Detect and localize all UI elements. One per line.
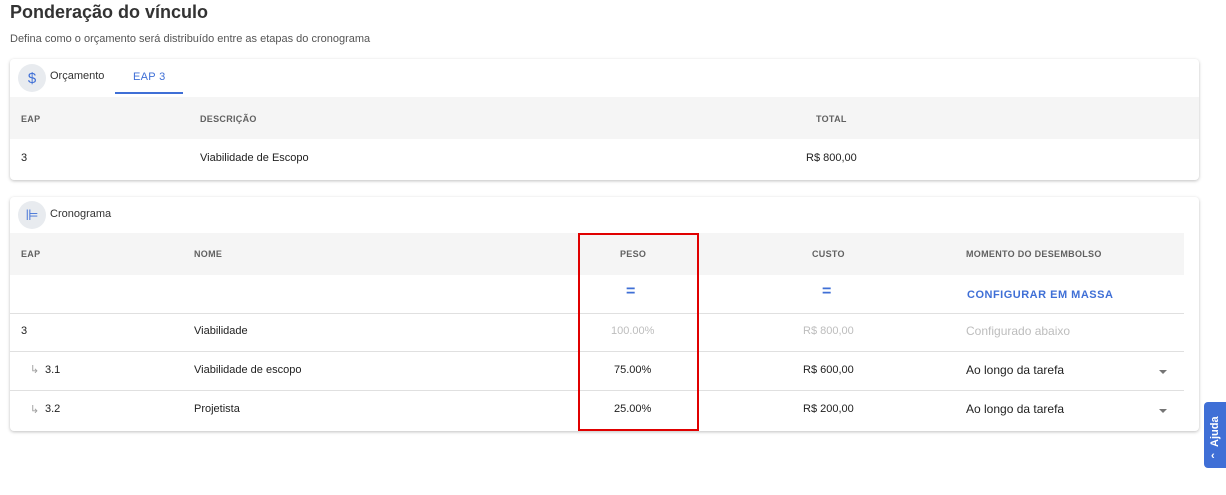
row-custo: R$ 200,00 — [803, 403, 854, 415]
chevron-left-icon: ‹ — [1211, 450, 1215, 462]
row-nome: Projetista — [194, 403, 240, 415]
chevron-down-icon[interactable] — [1159, 370, 1167, 374]
page-subtitle: Defina como o orçamento será distribuído… — [10, 33, 371, 45]
row-eap: 3 — [21, 152, 28, 164]
configure-mass-button[interactable]: CONFIGURAR EM MASSA — [967, 289, 1113, 301]
gantt-icon: ⊫ — [18, 201, 46, 229]
tab-underline — [115, 92, 183, 94]
col-nome: NOME — [194, 249, 223, 259]
col-total: TOTAL — [816, 114, 847, 124]
page-title: Ponderação do vínculo — [10, 2, 209, 22]
row-total: R$ 800,00 — [806, 152, 857, 164]
row-nome: Viabilidade de escopo — [194, 364, 302, 376]
help-label: Ajuda — [1209, 416, 1221, 448]
row-momento: Configurado abaixo — [966, 324, 1071, 338]
col-eap: EAP — [21, 249, 41, 259]
row-eap: 3.1 — [45, 364, 61, 376]
dollar-icon: $ — [18, 64, 46, 92]
budget-card: $ Orçamento EAP 3 EAP DESCRIÇÃO TOTAL 3 … — [10, 59, 1199, 180]
schedule-label: Cronograma — [50, 208, 112, 220]
peso-highlight-box — [578, 233, 699, 431]
tab-eap-3[interactable]: EAP 3 — [133, 71, 166, 83]
col-descricao: DESCRIÇÃO — [200, 114, 257, 124]
subtask-arrow-icon: ↳ — [30, 404, 40, 416]
help-button[interactable]: Ajuda ‹ — [1204, 402, 1226, 468]
row-eap: 3.2 — [45, 403, 61, 415]
chevron-down-icon[interactable] — [1159, 409, 1167, 413]
momento-select-value: Ao longo da tarefa — [966, 402, 1065, 416]
subtask-arrow-icon: ↳ — [30, 364, 40, 376]
row-descricao: Viabilidade de Escopo — [200, 152, 309, 164]
row-nome: Viabilidade — [194, 325, 248, 337]
custo-bulk-button[interactable]: = — [822, 283, 831, 301]
col-eap: EAP — [21, 114, 41, 124]
col-momento: MOMENTO DO DESEMBOLSO — [966, 249, 1102, 259]
row-custo: R$ 800,00 — [803, 325, 854, 337]
budget-table-header: EAP DESCRIÇÃO TOTAL — [10, 97, 1199, 139]
momento-select-value: Ao longo da tarefa — [966, 363, 1065, 377]
row-custo: R$ 600,00 — [803, 364, 854, 376]
row-eap: 3 — [21, 325, 28, 337]
col-custo: CUSTO — [812, 249, 845, 259]
budget-label: Orçamento — [50, 70, 105, 82]
